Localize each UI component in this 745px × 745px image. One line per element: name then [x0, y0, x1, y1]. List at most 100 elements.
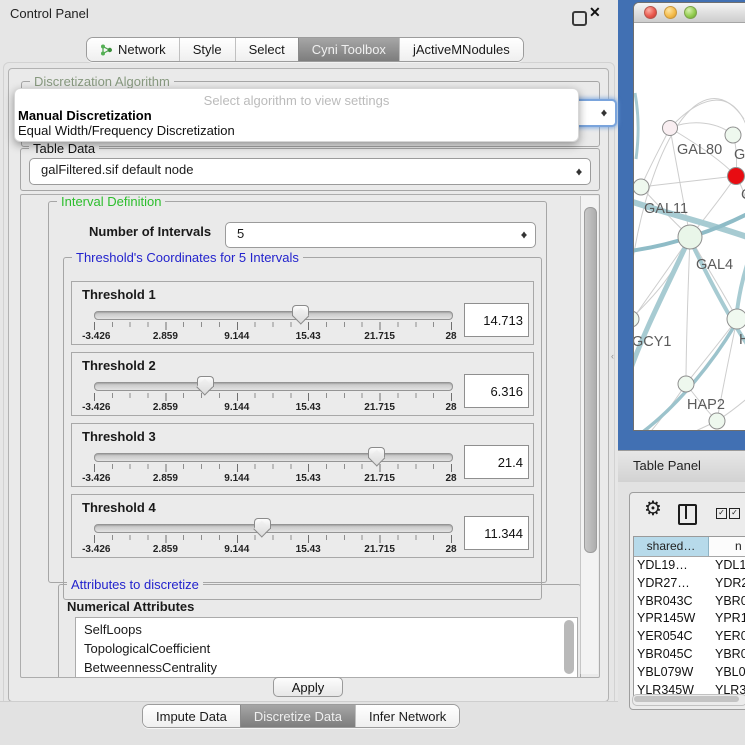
apply-button[interactable]: Apply [273, 677, 343, 697]
threshold-slider[interactable]: -3.4262.8599.14415.4321.71528 [94, 308, 451, 342]
tab-label: Cyni Toolbox [312, 42, 386, 57]
tab-style[interactable]: Style [179, 38, 235, 61]
tab-impute-data[interactable]: Impute Data [143, 705, 240, 727]
network-node[interactable] [709, 413, 725, 429]
dropdown-item-equal-width[interactable]: Equal Width/Frequency Discretization [18, 123, 235, 138]
table-data-group: Table Data galFiltered.sif default node [20, 148, 600, 191]
table-row[interactable]: YBR043C YBR0 [634, 593, 745, 611]
table-data-label: Table Data [29, 141, 99, 156]
attributes-group: Attributes to discretize Numerical Attri… [58, 584, 581, 678]
threshold-value-field[interactable] [464, 445, 529, 479]
minimize-traffic-light-icon[interactable] [664, 6, 677, 19]
slider-tick-labels: -3.4262.8599.14415.4321.71528 [94, 402, 451, 414]
table-row[interactable]: YBL079W YBL0 [634, 664, 745, 682]
node-table: shared… n YDL19… YDL1 YDR27… YDR2 YBR043… [633, 536, 745, 699]
table-row[interactable]: YDL19… YDL1 [634, 557, 745, 575]
slider-ticks [94, 393, 451, 401]
table-hscrollbar-thumb[interactable] [634, 696, 739, 702]
slider-thumb[interactable] [368, 447, 385, 458]
settings-scrollpane: Interval Definition Number of Intervals … [20, 194, 600, 678]
cyni-toolbox-panel: Discretization Algorithm Select algorith… [8, 68, 609, 702]
network-canvas[interactable]: GAL80GACGAL11GAL4GCY1HHAP2 [634, 23, 745, 430]
number-of-intervals-combo[interactable]: 5 [225, 222, 536, 248]
bottom-tab-bar: Impute Data Discretize Data In [142, 704, 460, 728]
network-window[interactable]: GAL80GACGAL11GAL4GCY1HHAP2 [634, 3, 745, 430]
settings-scrollbar-thumb[interactable] [584, 207, 597, 553]
slider-track[interactable] [94, 524, 453, 533]
table-header-row: shared… n [634, 537, 745, 557]
close-traffic-light-icon[interactable] [644, 6, 657, 19]
threshold-label: Threshold 1 [82, 287, 156, 302]
dropdown-hint: Select algorithm to view settings [204, 93, 390, 108]
table-row[interactable]: YPR145W YPR1 [634, 610, 745, 628]
network-window-titlebar[interactable] [634, 3, 745, 23]
attributes-scrollbar[interactable] [563, 620, 575, 676]
threshold-slider[interactable]: -3.4262.8599.14415.4321.71528 [94, 450, 451, 484]
tab-jactivemnodules[interactable]: jActiveMNodules [399, 38, 523, 61]
slider-track[interactable] [94, 311, 453, 320]
node-label: HAP2 [687, 397, 725, 413]
network-node-h[interactable] [727, 309, 745, 329]
column-header-shared-name[interactable]: shared… [634, 537, 709, 556]
threshold-label: Threshold 4 [82, 500, 156, 515]
thresholds-group-label: Threshold's Coordinates for 5 Intervals [72, 250, 303, 265]
slider-thumb[interactable] [292, 305, 309, 316]
settings-vertical-scrollbar[interactable] [580, 196, 598, 674]
numerical-attributes-list[interactable]: SelfLoopsTopologicalCoefficientBetweenne… [75, 617, 578, 678]
slider-thumb[interactable] [197, 376, 214, 387]
node-label: GCY1 [634, 334, 672, 350]
checkbox-icon[interactable]: ✓ [716, 508, 727, 519]
column-header-name[interactable]: n [709, 537, 745, 556]
zoom-traffic-light-icon[interactable] [684, 6, 697, 19]
attribute-list-item[interactable]: TopologicalCoefficient [84, 639, 577, 658]
columns-icon[interactable] [678, 504, 697, 525]
number-of-intervals-value: 5 [237, 226, 244, 241]
node-label: GA [734, 147, 745, 163]
threshold-row: Threshold 2 -3.4262.8599.14415.4321.7152… [71, 352, 534, 416]
tab-label: Infer Network [369, 709, 446, 724]
tab-label: Impute Data [156, 709, 227, 724]
attributes-scrollbar-thumb[interactable] [564, 620, 574, 674]
network-node-ga[interactable] [725, 127, 741, 143]
tab-infer-network[interactable]: Infer Network [355, 705, 459, 727]
threshold-slider[interactable]: -3.4262.8599.14415.4321.71528 [94, 379, 451, 413]
network-node-gal11[interactable] [634, 179, 649, 195]
tab-label: Discretize Data [254, 709, 342, 724]
table-body: YDL19… YDL1 YDR27… YDR2 YBR043C YBR0 YPR… [634, 557, 745, 699]
node-label: GAL11 [644, 201, 688, 217]
gear-icon[interactable]: ⚙ [644, 496, 662, 521]
slider-thumb[interactable] [254, 518, 271, 529]
top-tab-bar: Network Style Select [86, 37, 524, 62]
table-data-combo[interactable]: galFiltered.sif default node [29, 158, 591, 185]
dropdown-item-manual[interactable]: Manual Discretization [18, 108, 152, 123]
table-row[interactable]: YER054C YER0 [634, 628, 745, 646]
threshold-value-field[interactable] [464, 303, 529, 337]
threshold-value-field[interactable] [464, 374, 529, 408]
tab-select[interactable]: Select [235, 38, 298, 61]
attribute-list-item[interactable]: SelfLoops [84, 620, 577, 639]
network-node-gal80[interactable] [663, 121, 678, 136]
tab-network[interactable]: Network [87, 38, 179, 61]
network-node-hap2[interactable] [678, 376, 694, 392]
float-window-icon[interactable] [572, 11, 587, 26]
checkbox-icon[interactable]: ✓ [729, 508, 740, 519]
threshold-slider[interactable]: -3.4262.8599.14415.4321.71528 [94, 521, 451, 555]
attribute-list-item[interactable]: BetweennessCentrality [84, 658, 577, 677]
slider-track[interactable] [94, 453, 453, 462]
network-view-frame: GAL80GACGAL11GAL4GCY1HHAP2 [618, 0, 745, 450]
select-columns-icons[interactable]: ✓ ✓ [716, 508, 740, 519]
table-data-combo-value: galFiltered.sif default node [41, 162, 193, 177]
close-icon[interactable]: ✕ [589, 4, 601, 21]
tab-cyni-toolbox[interactable]: Cyni Toolbox [298, 38, 399, 61]
tab-discretize-data[interactable]: Discretize Data [240, 705, 355, 727]
table-row[interactable]: YDR27… YDR2 [634, 575, 745, 593]
splitpane-collapse-icon[interactable]: ‹ [611, 351, 614, 361]
slider-track[interactable] [94, 382, 453, 391]
table-panel-titlebar: Table Panel [618, 450, 745, 483]
network-node-gcy1[interactable] [634, 311, 639, 327]
network-node-gal4[interactable] [678, 225, 702, 249]
table-row[interactable]: YBR045C YBR0 [634, 646, 745, 664]
network-node-c[interactable] [728, 168, 745, 185]
table-horizontal-scrollbar[interactable] [632, 694, 745, 706]
threshold-value-field[interactable] [464, 516, 529, 550]
